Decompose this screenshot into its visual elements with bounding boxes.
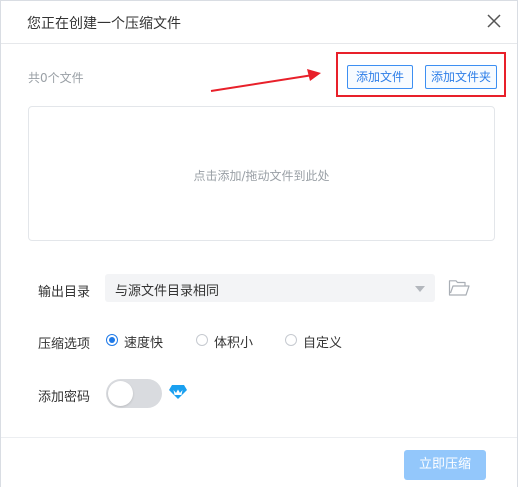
chevron-down-icon bbox=[415, 286, 425, 292]
radio-label: 自定义 bbox=[303, 336, 343, 351]
compress-now-button[interactable]: 立即压缩 bbox=[404, 450, 486, 480]
folder-open-icon[interactable] bbox=[448, 279, 470, 297]
radio-dot bbox=[106, 334, 118, 346]
radio-custom[interactable]: 自定义 bbox=[285, 332, 345, 351]
annotation-arrow-icon bbox=[210, 69, 321, 92]
compress-options-label: 压缩选项 bbox=[38, 337, 91, 352]
dialog-title: 您正在创建一个压缩文件 bbox=[27, 16, 181, 32]
password-label: 添加密码 bbox=[38, 390, 91, 405]
dialog-body: 共0个文件 添加文件 添加文件夹 点击添加/拖动文件到此处 输出目录 与源文件目… bbox=[1, 44, 517, 437]
drop-hint: 点击添加/拖动文件到此处 bbox=[193, 169, 330, 183]
add-file-button[interactable]: 添加文件 bbox=[347, 65, 413, 89]
file-drop-zone[interactable]: 点击添加/拖动文件到此处 bbox=[28, 106, 495, 241]
dialog-footer: 立即压缩 bbox=[1, 437, 517, 487]
output-dir-label: 输出目录 bbox=[38, 285, 91, 300]
radio-dot bbox=[285, 334, 297, 346]
create-archive-dialog: 您正在创建一个压缩文件 共0个文件 添加文件 添加文件夹 点击添加/拖动文件到此… bbox=[0, 0, 518, 487]
toggle-knob bbox=[108, 381, 133, 406]
output-dir-select[interactable]: 与源文件目录相同 bbox=[105, 274, 435, 302]
vip-crown-icon bbox=[169, 385, 187, 399]
radio-label: 体积小 bbox=[214, 336, 254, 351]
radio-dot bbox=[196, 334, 208, 346]
radio-label: 速度快 bbox=[124, 336, 164, 351]
close-icon[interactable] bbox=[485, 12, 503, 30]
output-dir-value: 与源文件目录相同 bbox=[115, 284, 220, 299]
radio-size[interactable]: 体积小 bbox=[196, 332, 256, 351]
radio-speed[interactable]: 速度快 bbox=[106, 332, 166, 351]
add-folder-button[interactable]: 添加文件夹 bbox=[425, 65, 497, 89]
titlebar: 您正在创建一个压缩文件 bbox=[1, 1, 517, 44]
password-toggle[interactable] bbox=[106, 379, 162, 408]
file-count: 共0个文件 bbox=[28, 71, 84, 85]
